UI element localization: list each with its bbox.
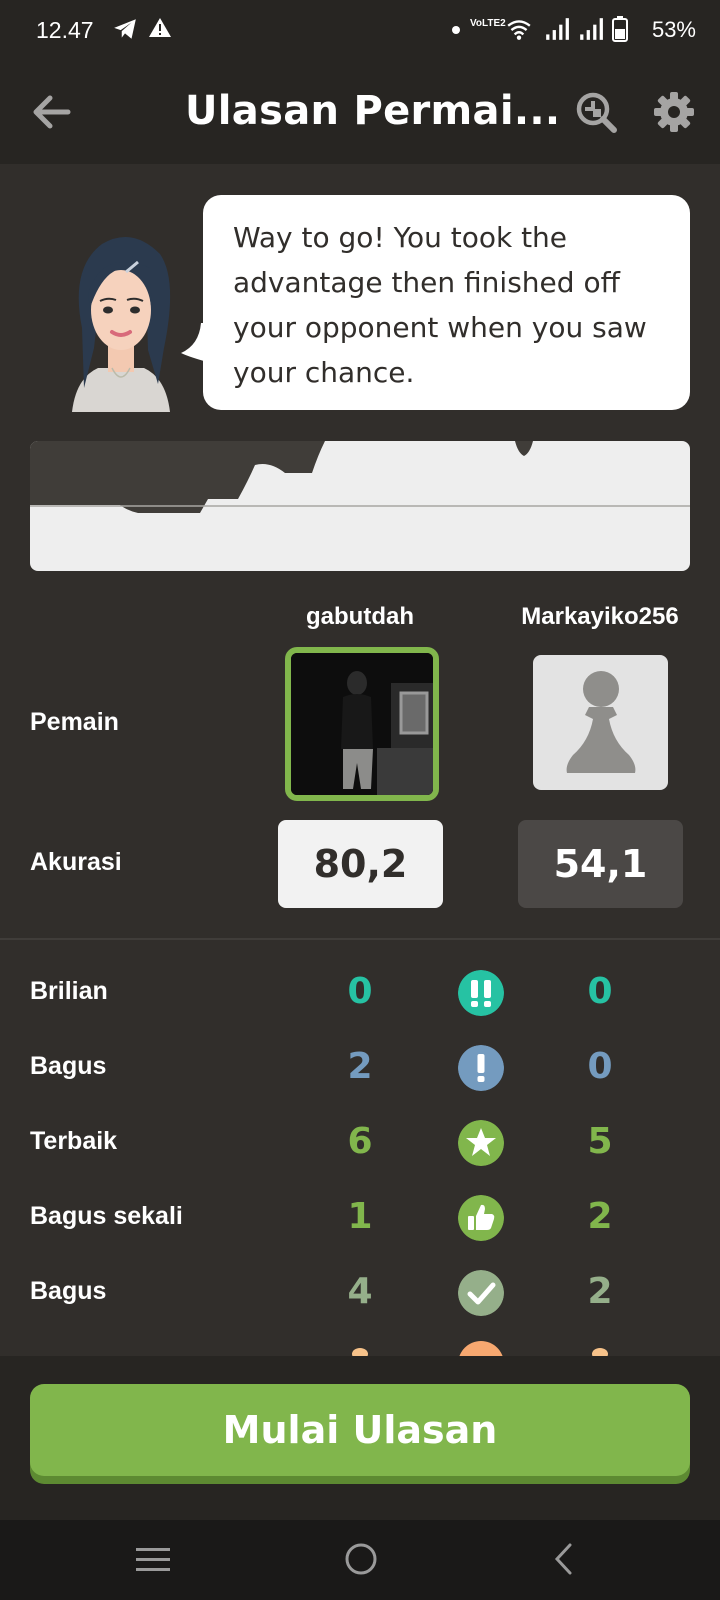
app-bar: Ulasan Permai...: [0, 60, 720, 164]
classification-row-brilliant[interactable]: Brilian 0 0: [0, 965, 720, 1025]
coach-avatar: [72, 236, 171, 412]
black-accuracy-value: 54,1: [518, 820, 683, 908]
recent-apps-icon[interactable]: [136, 1544, 170, 1576]
wifi-icon: [507, 20, 531, 40]
status-bar: 12.47 VoLTE2 53%: [0, 0, 720, 60]
white-count: 1: [347, 1196, 373, 1237]
white-count: 4: [347, 1271, 373, 1312]
home-icon[interactable]: [344, 1542, 378, 1576]
classification-row-good[interactable]: Bagus 4 2: [0, 1265, 720, 1325]
settings-gear-icon[interactable]: [652, 90, 696, 134]
coach-message: Way to go! You took the advantage then f…: [233, 221, 647, 389]
next-row-peek: [0, 1340, 720, 1356]
classification-label: Brilian: [30, 977, 108, 1005]
classification-row-great[interactable]: Bagus 2 0: [0, 1040, 720, 1100]
signal-icon: [546, 18, 569, 40]
system-back-icon[interactable]: [552, 1542, 576, 1576]
bubble-tail: [181, 323, 211, 363]
classification-row-excellent[interactable]: Bagus sekali 1 2: [0, 1190, 720, 1250]
telegram-icon: [114, 19, 136, 39]
classification-label: Terbaik: [30, 1127, 118, 1155]
page-title: Ulasan Permai...: [185, 88, 561, 134]
brilliant-icon: [458, 970, 504, 1016]
black-count: 0: [587, 971, 613, 1012]
signal-2-icon: [580, 18, 603, 40]
coach-speech-bubble: Way to go! You took the advantage then f…: [181, 195, 690, 410]
good-move-check-icon: [458, 1270, 504, 1316]
black-player-avatar[interactable]: [533, 655, 668, 790]
warning-icon: [149, 18, 171, 37]
notification-dot-icon: [452, 26, 460, 34]
black-player-name[interactable]: Markayiko256: [470, 603, 720, 631]
white-player-name[interactable]: gabutdah: [230, 603, 490, 631]
classification-label: Bagus sekali: [30, 1202, 183, 1230]
classification-label: Bagus: [30, 1277, 107, 1305]
analysis-search-icon[interactable]: [574, 90, 618, 134]
evaluation-graph[interactable]: [30, 441, 690, 571]
evaluation-graph-svg: [30, 441, 690, 513]
black-count: 5: [587, 1121, 613, 1162]
great-move-icon: [458, 1045, 504, 1091]
battery-icon: [612, 16, 628, 42]
excellent-thumbs-up-icon: [458, 1195, 504, 1241]
best-move-star-icon: [458, 1120, 504, 1166]
pawn-icon: [566, 671, 636, 773]
white-accuracy-value: 80,2: [278, 820, 443, 908]
classification-label: Bagus: [30, 1052, 107, 1080]
white-count: 2: [347, 1046, 373, 1087]
section-divider: [0, 938, 720, 940]
battery-percentage: 53%: [651, 17, 696, 42]
black-count: 2: [587, 1196, 613, 1237]
white-count: 0: [347, 971, 373, 1012]
white-count: 6: [347, 1121, 373, 1162]
black-count: 0: [587, 1046, 613, 1087]
accuracy-row-label: Akurasi: [30, 848, 122, 876]
bottom-panel: Mulai Ulasan: [0, 1356, 720, 1520]
white-player-avatar[interactable]: [285, 647, 439, 801]
black-count: 2: [587, 1271, 613, 1312]
start-review-button[interactable]: Mulai Ulasan: [30, 1384, 690, 1476]
system-nav-bar: [0, 1520, 720, 1600]
volte-label: VoLTE2: [470, 18, 506, 29]
status-time: 12.47: [36, 17, 94, 43]
player-photo: [291, 653, 433, 795]
classification-row-best[interactable]: Terbaik 6 5: [0, 1115, 720, 1175]
players-row-label: Pemain: [30, 708, 119, 736]
inaccuracy-row-peek: [352, 1341, 608, 1356]
back-arrow-icon[interactable]: [30, 90, 74, 134]
